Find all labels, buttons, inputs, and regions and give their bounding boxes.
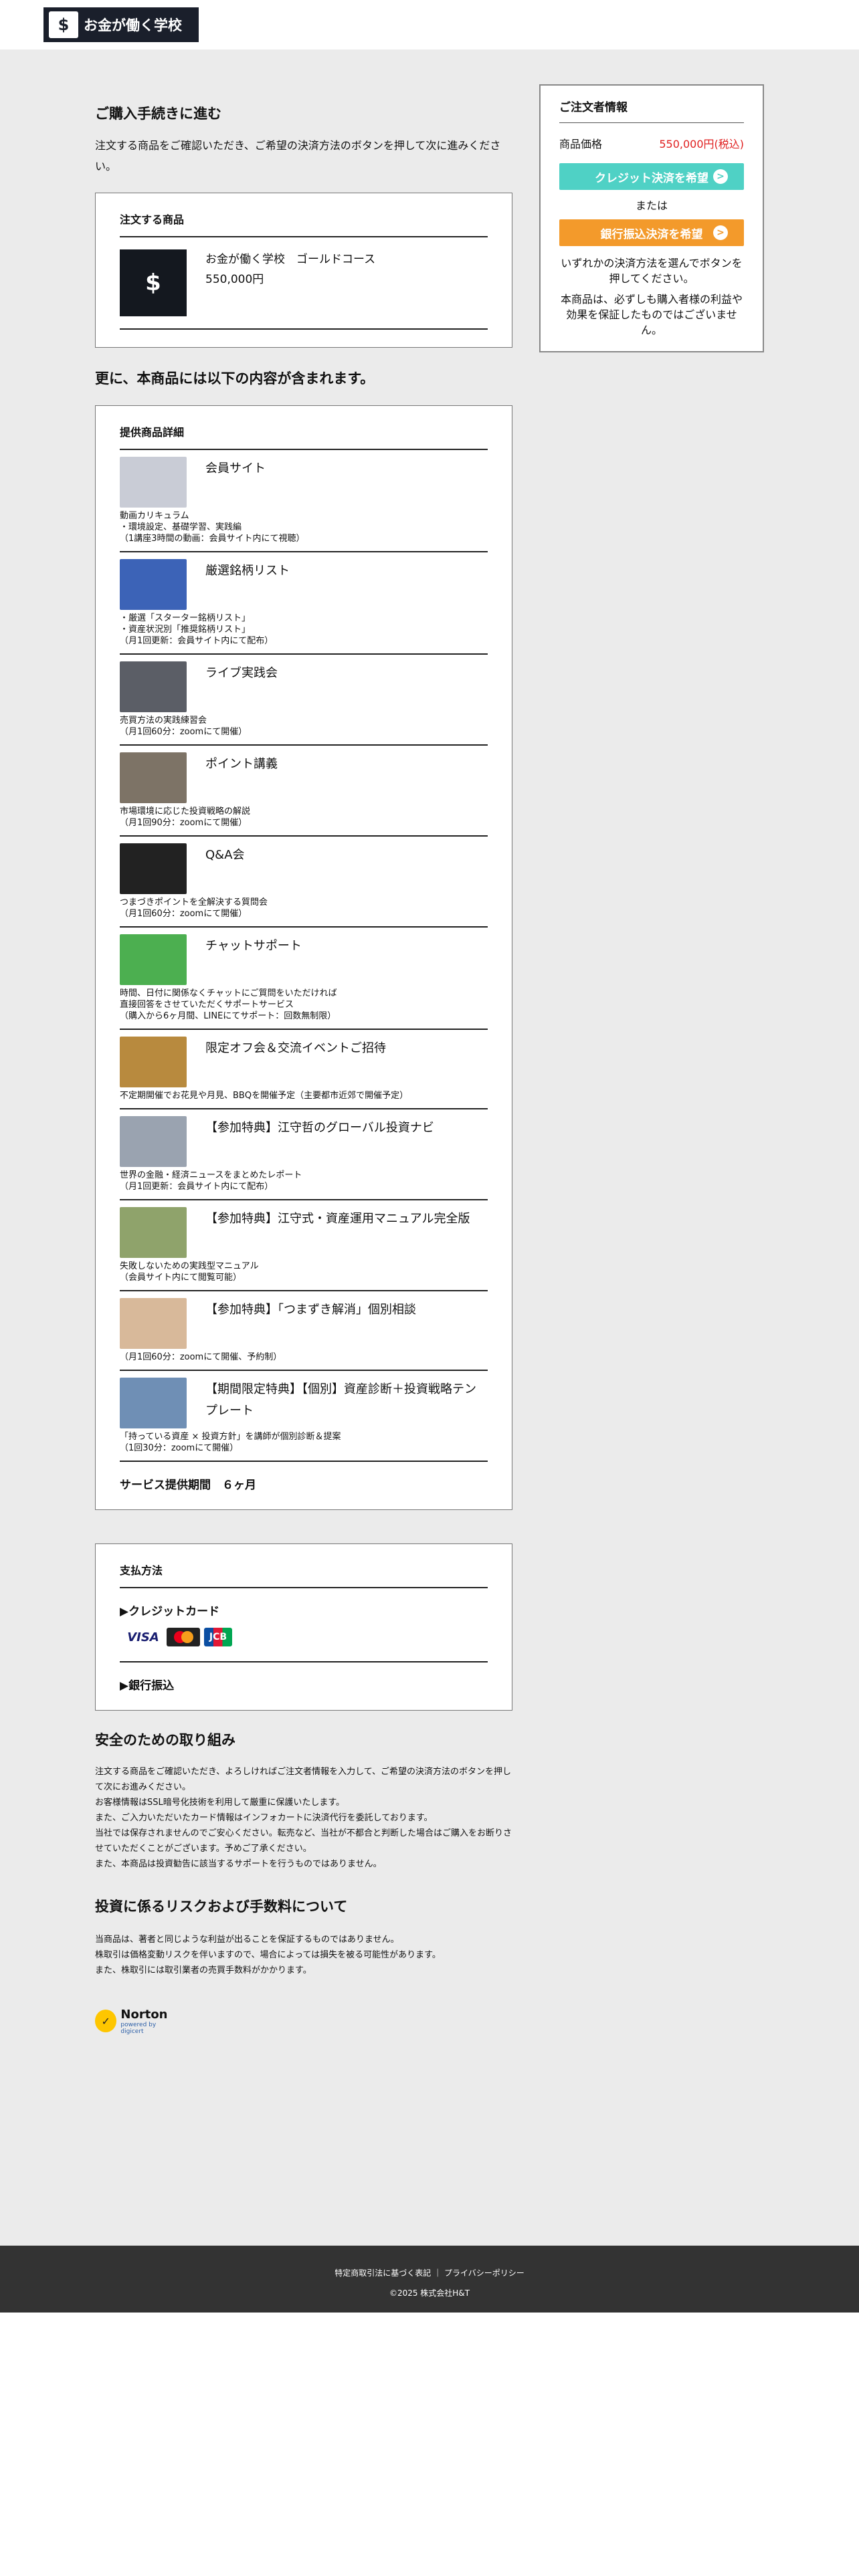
checkout-heading: ご購入手続きに進む: [95, 106, 221, 122]
norton-sub: powered by digicert: [120, 2021, 157, 2035]
item-image: [120, 559, 187, 610]
item-description: 世界の金融・経済ニュースをまとめたレポート （月1回更新：会員サイト内にて配布）: [120, 1170, 302, 1192]
item-description: 動画カリキュラム ・環境設定、基礎学習、実践編 （1講座3時間の動画：会員サイト…: [120, 511, 305, 544]
checkmark-icon: ✓: [95, 2010, 117, 2032]
risk-text: 当商品は、著者と同じような利益が出ることを保証するものではありません。 株取引は…: [95, 1935, 441, 1975]
credit-pay-label: クレジット決済を希望: [595, 171, 708, 185]
include-item: 【参加特典】江守式・資産運用マニュアル完全版失敗しないための実践型マニュアル （…: [120, 1200, 488, 1291]
order-item: $ お金が働く学校 ゴールドコース 550,000円: [120, 237, 488, 330]
order-box-title: 注文する商品: [120, 211, 488, 237]
item-description: 時間、日付に関係なくチャットにご質問をいただければ 直接回答をさせていただくサポ…: [120, 988, 337, 1021]
product-price: 550,000円: [205, 273, 264, 286]
price-label: 商品価格: [559, 138, 603, 150]
product-name: お金が働く学校 ゴールドコース: [205, 253, 376, 266]
include-item: ポイント講義市場環境に応じた投資戦略の解説 （月1回90分：zoomにて開催）: [120, 746, 488, 837]
norton-seal: ✓ Norton powered by digicert: [95, 2000, 178, 2042]
sidebar-title: ご注文者情報: [559, 98, 744, 123]
includes-list: 会員サイト動画カリキュラム ・環境設定、基礎学習、実践編 （1講座3時間の動画：…: [120, 450, 488, 1462]
visa-icon: VISA: [124, 1628, 163, 1646]
item-description: 売買方法の実践練習会 （月1回60分：zoomにて開催）: [120, 716, 248, 737]
include-item: Q&A会つまづきポイントを全解決する質問会 （月1回60分：zoomにて開催）: [120, 837, 488, 928]
item-title: チャットサポート: [205, 939, 302, 953]
include-item: 厳選銘柄リスト・厳選「スターター銘柄リスト」 ・資産状況別「推奨銘柄リスト」 （…: [120, 552, 488, 655]
include-item: 限定オフ会＆交流イベントご招待不定期開催でお花見や月見、BBQを開催予定（主要都…: [120, 1030, 488, 1109]
item-image: [120, 843, 187, 894]
checkout-lead: 注文する商品をご確認いただき、ご希望の決済方法のボタンを押して次に進みください。: [95, 139, 501, 173]
include-item: 【参加特典】江守哲のグローバル投資ナビ世界の金融・経済ニュースをまとめたレポート…: [120, 1109, 488, 1200]
item-description: （月1回60分：zoomにて開催、予約制）: [120, 1352, 282, 1362]
bank-pay-label: 銀行振込決済を希望: [600, 227, 703, 241]
include-item: チャットサポート時間、日付に関係なくチャットにご質問をいただければ 直接回答をさ…: [120, 928, 488, 1030]
item-title: ライブ実践会: [205, 666, 278, 680]
left-column: ご購入手続きに進む 注文する商品をご確認いただき、ご希望の決済方法のボタンを押し…: [95, 103, 512, 2042]
payment-credit-label: ▶クレジットカード: [120, 1605, 220, 1618]
item-description: ・厳選「スターター銘柄リスト」 ・資産状況別「推奨銘柄リスト」 （月1回更新：会…: [120, 613, 274, 646]
mastercard-icon: [167, 1628, 200, 1646]
jcb-icon: JCB: [204, 1628, 232, 1646]
item-description: 市場環境に応じた投資戦略の解説 （月1回90分：zoomにて開催）: [120, 807, 251, 828]
item-title: Q&A会: [205, 848, 245, 862]
site-footer: 特定商取引法に基づく表記 ｜ プライバシーポリシー ©2025 株式会社H&T: [0, 2246, 859, 2313]
item-title: 【参加特典】「つまずき解消」個別相談: [205, 1303, 416, 1317]
item-description: 「持っている資産 × 投資方針」を講師が個別診断＆提案 （1回30分：zoomに…: [120, 1432, 341, 1453]
item-title: 【参加特典】江守式・資産運用マニュアル完全版: [205, 1212, 470, 1226]
item-image: [120, 1116, 187, 1167]
item-title: 厳選銘柄リスト: [205, 564, 290, 578]
security-text: 注文する商品をご確認いただき、よろしければご注文者情報を入力して、ご希望の決済方…: [95, 1767, 512, 1869]
includes-box-title: 提供商品詳細: [120, 423, 488, 450]
item-image: [120, 1378, 187, 1428]
item-image: [120, 752, 187, 803]
graduation-cap-dollar-icon: $: [49, 11, 78, 38]
item-title: ポイント講義: [205, 757, 278, 771]
item-description: つまづきポイントを全解決する質問会 （月1回60分：zoomにて開催）: [120, 897, 268, 919]
payment-title: 支払方法: [120, 1562, 488, 1588]
footer-link-privacy[interactable]: プライバシーポリシー: [444, 2268, 524, 2278]
footer-link-tokushoho[interactable]: 特定商取引法に基づく表記: [335, 2268, 431, 2278]
arrow-right-icon: >: [713, 169, 728, 184]
include-item: 【参加特典】「つまずき解消」個別相談 （月1回60分：zoomにて開催、予約制）: [120, 1291, 488, 1371]
item-image: [120, 661, 187, 712]
payment-box: 支払方法 ▶クレジットカード VISA JCB ▶銀行振込: [95, 1543, 512, 1711]
logo-text: お金が働く学校: [84, 17, 182, 33]
price-value: 550,000円(税込): [659, 138, 744, 150]
order-box: 注文する商品 $ お金が働く学校 ゴールドコース 550,000円: [95, 193, 512, 348]
include-item: ライブ実践会売買方法の実践練習会 （月1回60分：zoomにて開催）: [120, 655, 488, 746]
footer-copyright: ©2025 株式会社H&T: [389, 2288, 470, 2298]
item-title: 【期間限定特典】【個別】資産診断＋投資戦略テンプレート: [205, 1382, 476, 1418]
footer-separator: ｜: [434, 2268, 442, 2278]
item-image: [120, 1207, 187, 1258]
risk-heading: 投資に係るリスクおよび手数料について: [95, 1899, 348, 1915]
order-sidebar: ご注文者情報 商品価格 550,000円(税込) クレジット決済を希望 > また…: [539, 84, 764, 352]
site-logo[interactable]: $ お金が働く学校: [43, 7, 199, 42]
payment-bank-label: ▶銀行振込: [120, 1679, 175, 1693]
includes-heading: 更に、本商品には以下の内容が含まれます。: [95, 370, 375, 387]
item-title: 【参加特典】江守哲のグローバル投資ナビ: [205, 1121, 434, 1135]
service-period: サービス提供期間 ６ヶ月: [120, 1479, 256, 1492]
include-item: 【期間限定特典】【個別】資産診断＋投資戦略テンプレート「持っている資産 × 投資…: [120, 1371, 488, 1462]
item-description: 失敗しないための実践型マニュアル （会員サイト内にて閲覧可能）: [120, 1261, 259, 1283]
main-area: ご購入手続きに進む 注文する商品をご確認いただき、ご希望の決済方法のボタンを押し…: [0, 49, 859, 2246]
item-title: 会員サイト: [205, 461, 266, 475]
site-header: $ お金が働く学校: [0, 0, 859, 49]
product-thumbnail: $: [120, 249, 187, 316]
include-item: 会員サイト動画カリキュラム ・環境設定、基礎学習、実践編 （1講座3時間の動画：…: [120, 450, 488, 552]
item-image: [120, 1037, 187, 1087]
sidebar-note-1: いずれかの決済方法を選んでボタンを押してください。: [561, 257, 743, 285]
sidebar-note-2: 本商品は、必ずしも購入者様の利益や効果を保証したものではございません。: [560, 293, 743, 336]
item-image: [120, 934, 187, 985]
item-image: [120, 1298, 187, 1349]
or-text: または: [635, 199, 668, 212]
bank-pay-button[interactable]: 銀行振込決済を希望 >: [559, 219, 744, 246]
item-title: 限定オフ会＆交流イベントご招待: [205, 1041, 386, 1055]
arrow-right-icon: >: [713, 225, 728, 240]
price-row: 商品価格 550,000円(税込): [559, 123, 744, 163]
card-logos: VISA JCB: [124, 1628, 488, 1646]
security-heading: 安全のための取り組み: [95, 1732, 235, 1748]
credit-pay-button[interactable]: クレジット決済を希望 >: [559, 163, 744, 190]
item-description: 不定期開催でお花見や月見、BBQを開催予定（主要都市近郊で開催予定）: [120, 1091, 409, 1101]
includes-box: 提供商品詳細 会員サイト動画カリキュラム ・環境設定、基礎学習、実践編 （1講座…: [95, 405, 512, 1510]
norton-label: Norton: [120, 2007, 168, 2022]
item-image: [120, 457, 187, 508]
